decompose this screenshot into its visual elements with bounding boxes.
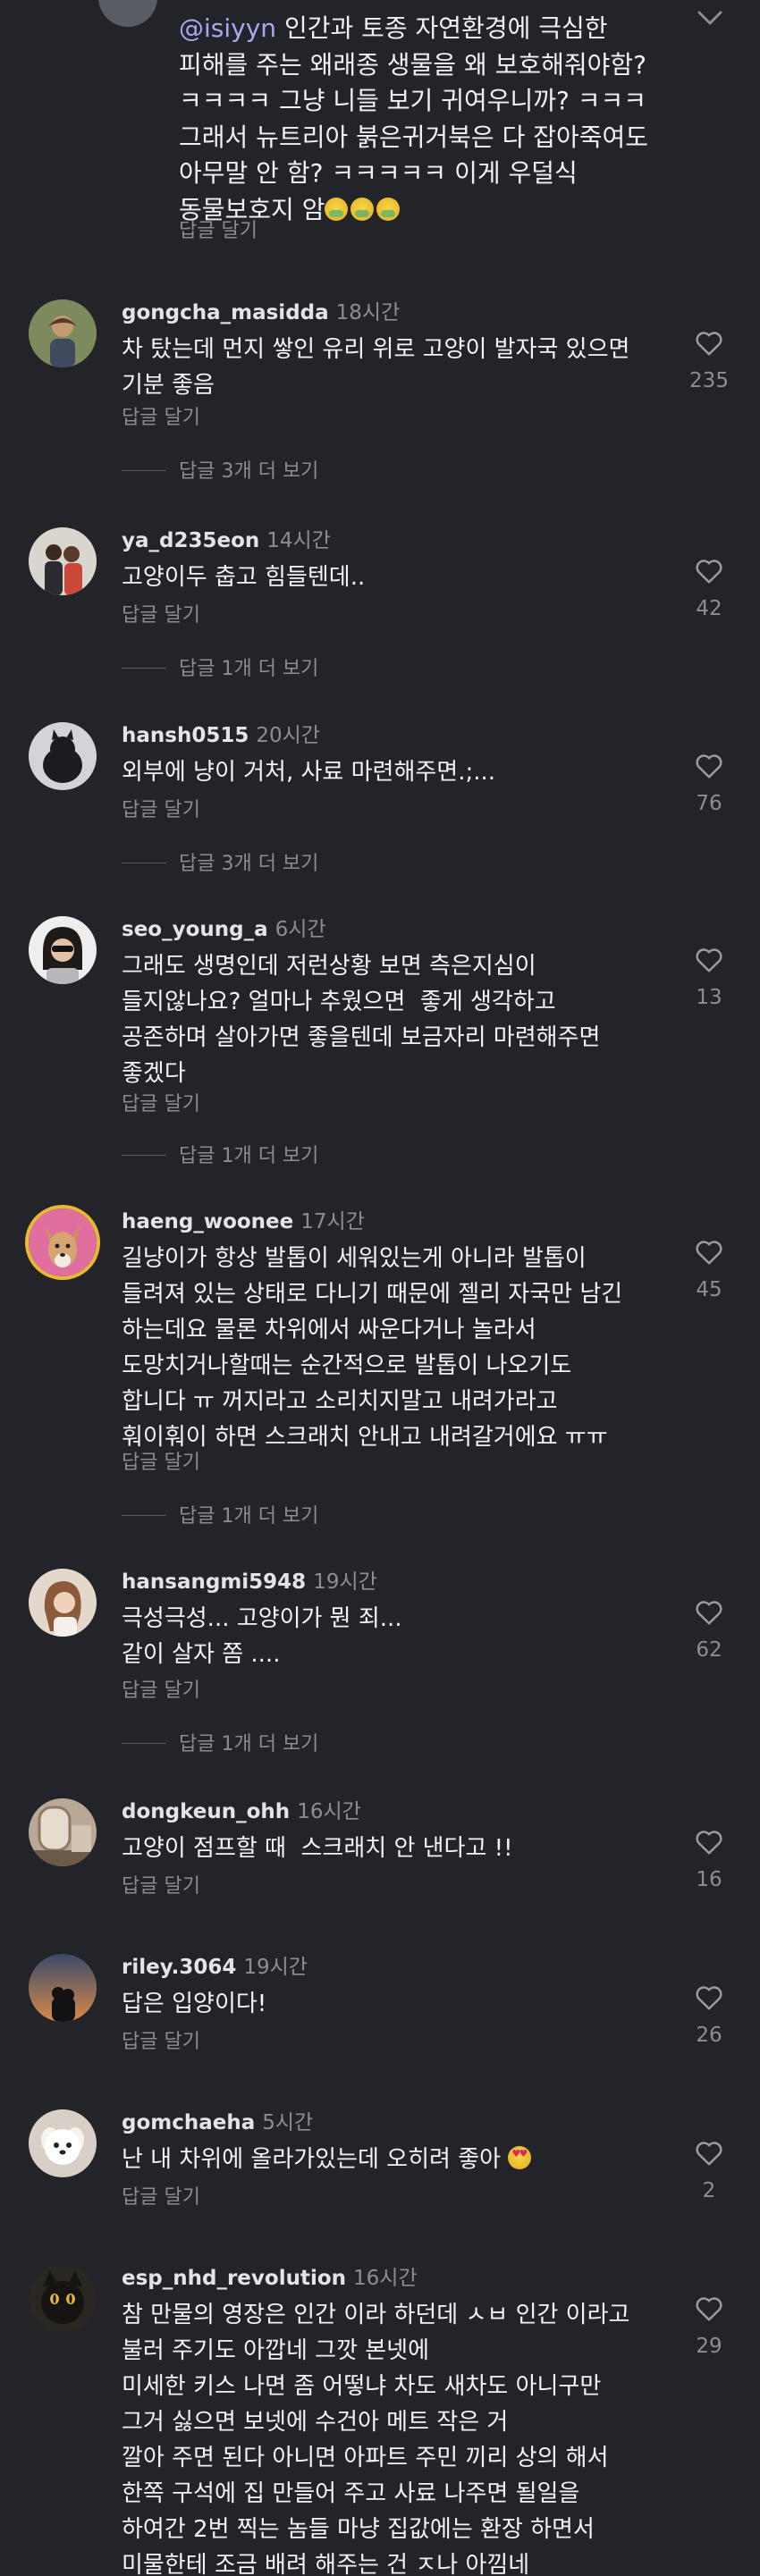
timestamp: 19시간 <box>243 1956 308 1979</box>
avatar[interactable] <box>29 527 97 595</box>
avatar[interactable] <box>29 1208 97 1276</box>
heart-outline-icon <box>696 754 722 779</box>
like-count: 62 <box>696 1638 722 1662</box>
avatar[interactable] <box>29 299 97 367</box>
like-button[interactable]: 2 <box>669 2140 749 2202</box>
timestamp: 6시간 <box>274 918 326 941</box>
view-replies-button[interactable]: 답글 1개 더 보기 <box>122 1503 318 1530</box>
timestamp: 18시간 <box>335 301 401 324</box>
heart-outline-icon <box>696 332 722 356</box>
username[interactable]: seo_young_a <box>122 918 268 941</box>
username[interactable]: hansh0515 <box>122 724 249 747</box>
like-button[interactable]: 13 <box>669 947 749 1009</box>
view-replies-button[interactable]: 답글 1개 더 보기 <box>122 1731 318 1758</box>
timestamp: 17시간 <box>300 1210 365 1233</box>
view-replies-button[interactable]: 답글 1개 더 보기 <box>122 1143 318 1170</box>
like-button[interactable]: 42 <box>669 558 749 620</box>
username[interactable]: gongcha_masidda <box>122 301 329 324</box>
reply-button[interactable]: 답글 달기 <box>122 405 200 432</box>
comment-feed: @isiyyn 인간과 토종 자연환경에 극심한 피해를 주는 왜래종 생물을 … <box>0 0 760 2576</box>
heart-outline-icon <box>696 1986 722 2010</box>
heart-outline-icon <box>696 1831 722 1855</box>
username[interactable]: gomchaeha <box>122 2111 255 2134</box>
chevron-down-icon[interactable] <box>692 5 728 32</box>
comment-text: 고양이두 춥고 힘들텐데.. <box>122 564 366 591</box>
like-button[interactable]: 16 <box>669 1829 749 1891</box>
heart-outline-icon <box>696 948 722 972</box>
like-count: 42 <box>696 597 722 620</box>
like-count: 235 <box>689 369 729 392</box>
heart-outline-icon <box>696 2142 722 2166</box>
comment-text: 차 탔는데 먼지 쌓인 유리 위로 고양이 발자국 있으면 기분 좋음 <box>122 336 630 399</box>
avatar[interactable] <box>29 2109 97 2177</box>
reply-button[interactable]: 답글 달기 <box>122 1450 200 1477</box>
reply-button[interactable]: 답글 달기 <box>122 797 200 824</box>
like-button[interactable]: 45 <box>669 1239 749 1301</box>
timestamp: 16시간 <box>353 2267 418 2290</box>
avatar[interactable] <box>29 1798 97 1866</box>
avatar[interactable] <box>29 1954 97 2022</box>
reply-button[interactable]: 답글 달기 <box>122 1678 200 1705</box>
comment-text: 답은 입양이다! <box>122 1991 267 2017</box>
timestamp: 20시간 <box>256 724 320 747</box>
reply-button[interactable]: 답글 달기 <box>179 218 258 245</box>
avatar[interactable] <box>98 0 157 27</box>
sick-face-emoji <box>325 197 349 221</box>
sick-face-emoji <box>376 197 401 221</box>
timestamp: 16시간 <box>297 1800 361 1823</box>
like-count: 76 <box>696 792 722 815</box>
like-count: 16 <box>696 1868 722 1891</box>
view-replies-button[interactable]: 답글 3개 더 보기 <box>122 459 318 485</box>
reply-button[interactable]: 답글 달기 <box>122 1873 200 1900</box>
like-button[interactable]: 26 <box>669 1984 749 2047</box>
reply-body: 인간과 토종 자연환경에 극심한 피해를 주는 왜래종 생물을 왜 보호해줘야함… <box>179 13 649 224</box>
timestamp: 19시간 <box>313 1570 377 1594</box>
like-count: 26 <box>696 2024 722 2047</box>
heart-outline-icon <box>696 2297 722 2321</box>
comment-text: 참 만물의 영장은 인간 이라 하던데 ㅅㅂ 인간 이라고 불러 주기도 아깝네… <box>122 2302 630 2576</box>
avatar[interactable] <box>29 1569 97 1637</box>
avatar[interactable] <box>29 2265 97 2333</box>
username[interactable]: esp_nhd_revolution <box>122 2267 346 2290</box>
like-button[interactable]: 62 <box>669 1599 749 1662</box>
reply-button[interactable]: 답글 달기 <box>122 2185 200 2211</box>
like-button[interactable]: 235 <box>669 330 749 392</box>
comment-text: 그래도 생명인데 저런상황 보면 측은지심이 들지않나요? 얼마나 추웠으면 좋… <box>122 953 601 1087</box>
comment-text: 난 내 차위에 올라가있는데 오히려 좋아 <box>122 2142 658 2177</box>
timestamp: 14시간 <box>266 529 331 552</box>
like-button[interactable]: 29 <box>669 2295 749 2358</box>
avatar[interactable] <box>29 916 97 984</box>
view-replies-button[interactable]: 답글 3개 더 보기 <box>122 851 318 878</box>
heart-outline-icon <box>696 1601 722 1625</box>
reply-button[interactable]: 답글 달기 <box>122 2029 200 2056</box>
comment-text: 길냥이가 항상 발톱이 세워있는게 아니라 발톱이 들려져 있는 상태로 다니기… <box>122 1245 623 1451</box>
username[interactable]: hansangmi5948 <box>122 1570 306 1594</box>
avatar[interactable] <box>29 722 97 790</box>
reply-text: @isiyyn 인간과 토종 자연환경에 극심한 피해를 주는 왜래종 생물을 … <box>179 11 680 228</box>
heart-eyes-face-emoji <box>508 2146 532 2169</box>
reply-button[interactable]: 답글 달기 <box>122 602 200 629</box>
like-count: 13 <box>696 986 722 1009</box>
view-replies-button[interactable]: 답글 1개 더 보기 <box>122 656 318 683</box>
comment-text: 외부에 냥이 거처, 사료 마련해주면.;... <box>122 759 496 786</box>
comment-text: 고양이 점프할 때 스크래치 안 낸다고 !! <box>122 1835 513 1862</box>
heart-outline-icon <box>696 560 722 584</box>
comment-text: 극성극성... 고양이가 뭔 죄... 같이 살자 쫌 .... <box>122 1605 402 1668</box>
mention-link[interactable]: @isiyyn <box>179 13 276 43</box>
reply-button[interactable]: 답글 달기 <box>122 1091 200 1118</box>
comment-body: 난 내 차위에 올라가있는데 오히려 좋아 <box>122 2146 509 2173</box>
like-count: 2 <box>702 2179 716 2202</box>
timestamp: 5시간 <box>262 2111 314 2134</box>
like-count: 45 <box>696 1278 722 1301</box>
like-count: 29 <box>696 2335 722 2358</box>
sick-face-emoji <box>350 197 375 221</box>
username[interactable]: ya_d235eon <box>122 529 259 552</box>
heart-outline-icon <box>696 1241 722 1265</box>
username[interactable]: dongkeun_ohh <box>122 1800 290 1823</box>
like-button[interactable]: 76 <box>669 753 749 815</box>
username[interactable]: riley.3064 <box>122 1956 236 1979</box>
username[interactable]: haeng_woonee <box>122 1210 293 1233</box>
